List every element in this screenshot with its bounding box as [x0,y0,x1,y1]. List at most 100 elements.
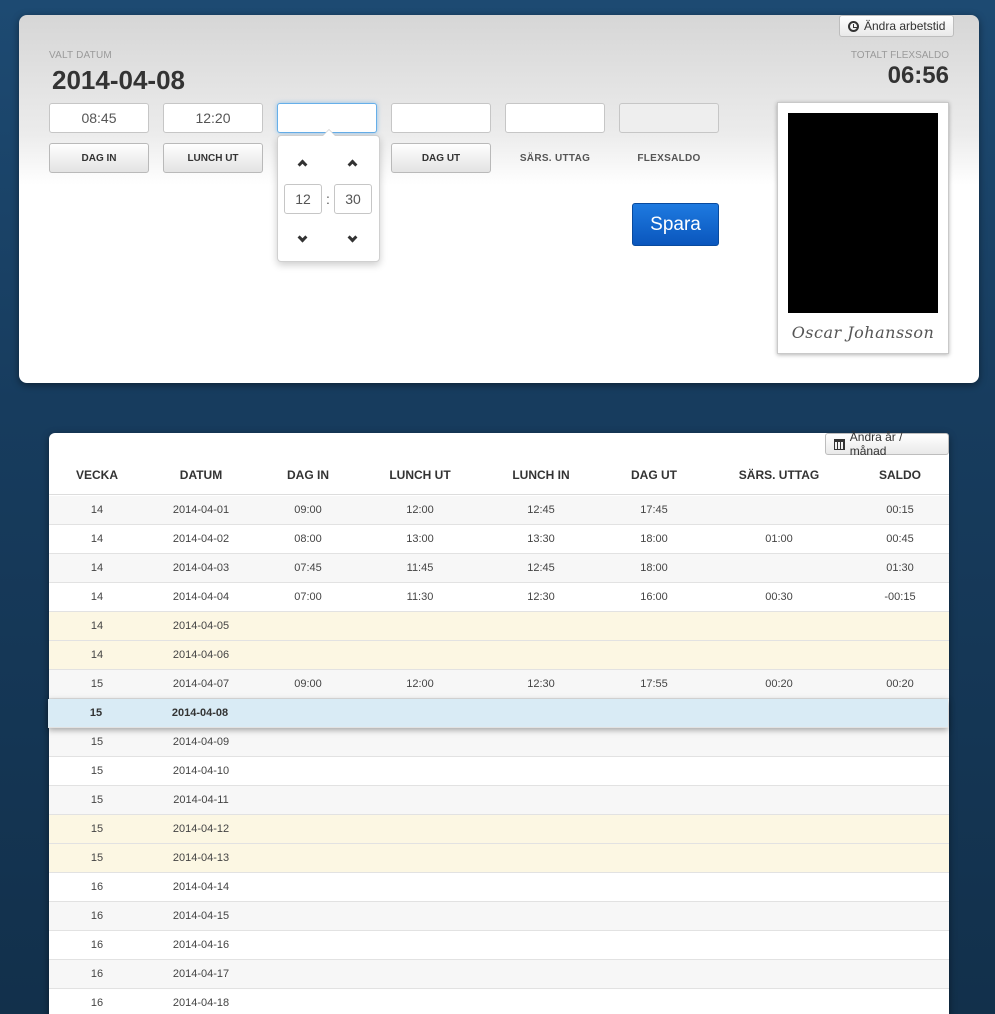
column-header-saldo: SALDO [879,468,921,482]
change-period-button[interactable]: Ändra år / månad [825,430,949,458]
table-row[interactable]: 15 2014-04-07 09:00 12:00 12:30 17:55 00:20 00:… [49,670,949,699]
table-row[interactable]: 14 2014-04-05 [49,612,949,641]
cell-vecka: 16 [90,939,104,951]
table-row[interactable]: 15 2014-04-13 [49,844,949,873]
profile-photo [788,113,938,313]
clock-icon [848,20,859,32]
cell-datum: 2014-04-13 [172,852,230,864]
table-row[interactable]: 14 2014-04-04 07:00 11:30 12:30 16:00 00:30 -00… [49,583,949,612]
cell-vecka: 16 [90,881,104,893]
table-row[interactable]: 16 2014-04-14 [49,873,949,902]
cell-lunch-in: 12:45 [527,504,555,516]
cell-dag-ut: 17:55 [640,678,668,690]
cell-datum: 2014-04-11 [173,794,229,806]
lunch-ut-button[interactable]: LUNCH UT [163,143,263,173]
table-row[interactable]: 15 2014-04-09 [49,728,949,757]
minute-decrement-button[interactable] [342,229,362,249]
dag-in-input[interactable] [49,103,149,133]
cell-datum: 2014-04-08 [171,707,229,719]
change-worktime-button[interactable]: Ändra arbetstid [839,15,955,37]
dag-ut-button[interactable]: DAG UT [391,143,491,173]
chevron-up-icon [297,159,307,169]
cell-lunch-ut: 12:00 [406,504,434,516]
table-row[interactable]: 16 2014-04-18 [49,989,949,1014]
cell-sars-uttag: 01:00 [765,533,793,545]
cell-lunch-ut: 13:00 [406,533,434,545]
total-flex-label: TOTALT FLEXSALDO [850,50,949,61]
table-row[interactable]: 14 2014-04-02 08:00 13:00 13:30 18:00 01:00 00:… [49,525,949,554]
cell-datum: 2014-04-09 [172,736,230,748]
cell-datum: 2014-04-17 [172,968,230,980]
profile-card: Oscar Johansson [777,102,949,354]
dag-ut-input[interactable] [391,103,491,133]
cell-datum: 2014-04-02 [172,533,230,545]
cell-saldo: 00:15 [886,504,914,516]
cell-vecka: 15 [90,678,104,690]
table-row[interactable]: 14 2014-04-06 [49,641,949,670]
time-separator: : [326,191,330,207]
cell-datum: 2014-04-04 [172,591,230,603]
cell-dag-ut: 17:45 [640,504,668,516]
cell-datum: 2014-04-03 [172,562,230,574]
table-row[interactable]: 15 2014-04-10 [49,757,949,786]
column-header-vecka: VECKA [75,468,119,482]
cell-datum: 2014-04-10 [172,765,230,777]
cell-dag-ut: 18:00 [640,562,668,574]
cell-saldo: -00:15 [884,591,916,603]
cell-datum: 2014-04-01 [172,504,230,516]
cell-sars-uttag: 00:30 [765,591,793,603]
cell-vecka: 16 [90,997,104,1009]
table-row[interactable]: 14 2014-04-01 09:00 12:00 12:45 17:45 00:15 [49,496,949,525]
table-row[interactable]: 16 2014-04-15 [49,902,949,931]
table-row[interactable]: 16 2014-04-16 [49,931,949,960]
cell-saldo: 00:20 [886,678,914,690]
cell-datum: 2014-04-06 [172,649,230,661]
table-header: VECKA DATUM DAG IN LUNCH UT LUNCH IN DAG… [49,463,949,495]
cell-lunch-ut: 11:45 [406,562,434,574]
cell-datum: 2014-04-14 [172,881,230,893]
cell-vecka: 15 [90,852,104,864]
cell-saldo: 01:30 [886,562,914,574]
cell-vecka: 14 [90,562,104,574]
cell-dag-ut: 18:00 [640,533,668,545]
chevron-down-icon [347,232,357,242]
cell-vecka: 15 [90,736,104,748]
dag-in-button[interactable]: DAG IN [49,143,149,173]
cell-dag-in: 08:00 [294,533,322,545]
save-button[interactable]: Spara [632,203,719,246]
cell-vecka: 16 [90,910,104,922]
calendar-icon [834,438,845,450]
hour-field[interactable] [284,184,322,214]
column-header-datum: DATUM [179,468,223,482]
flexsaldo-input [619,103,719,133]
table-row-selected[interactable]: 15 2014-04-08 [48,699,948,728]
cell-lunch-in: 12:30 [527,591,555,603]
hour-increment-button[interactable] [292,152,312,172]
sars-uttag-input[interactable] [505,103,605,133]
minute-field[interactable] [334,184,372,214]
cell-dag-in: 09:00 [294,504,322,516]
cell-vecka: 14 [90,591,104,603]
lunch-ut-input[interactable] [163,103,263,133]
table-row[interactable]: 15 2014-04-11 [49,786,949,815]
table-row[interactable]: 16 2014-04-17 [49,960,949,989]
timepicker-dropdown: : [277,129,380,262]
sars-uttag-label: SÄRS. UTTAG [519,152,591,164]
minute-increment-button[interactable] [342,152,362,172]
cell-lunch-in: 12:45 [527,562,555,574]
column-header-dag-ut: DAG UT [631,468,677,482]
cell-datum: 2014-04-12 [172,823,230,835]
cell-saldo: 00:45 [886,533,914,545]
table-row[interactable]: 15 2014-04-12 [49,815,949,844]
profile-name: Oscar Johansson [791,323,935,342]
selected-date-label: VALT DATUM [49,50,112,61]
table-row[interactable]: 14 2014-04-03 07:45 11:45 12:45 18:00 01:30 [49,554,949,583]
hour-decrement-button[interactable] [292,229,312,249]
cell-vecka: 14 [90,533,104,545]
cell-vecka: 15 [89,707,103,719]
cell-vecka: 15 [90,765,104,777]
time-report-table: Ändra år / månad VECKA DATUM DAG IN LUNC… [48,430,949,1014]
cell-lunch-in: 13:30 [527,533,555,545]
column-header-sars-uttag: SÄRS. UTTAG [738,468,820,482]
selected-date: 2014-04-08 [52,65,185,95]
